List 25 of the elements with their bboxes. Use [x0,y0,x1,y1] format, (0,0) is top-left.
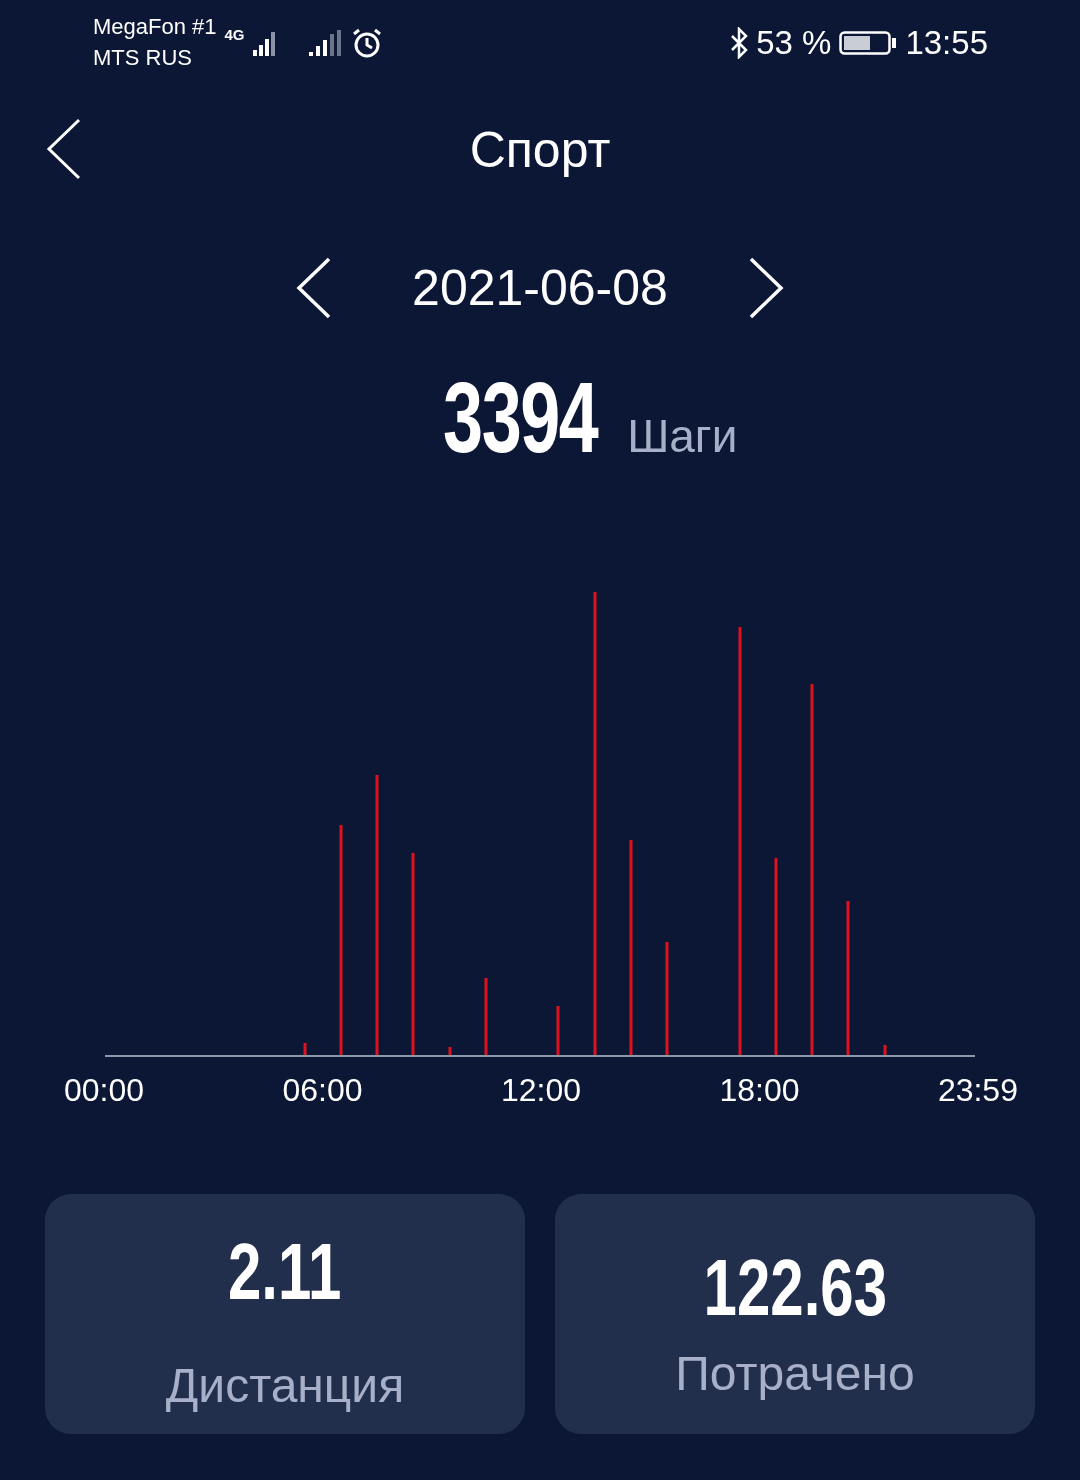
carrier-name: MegaFon #1 [93,12,217,41]
axis-label: 00:00 [64,1072,145,1109]
clock: 13:55 [905,23,988,62]
stat-label: Дистанция [165,1358,405,1413]
bluetooth-icon [730,26,749,59]
battery-icon [839,28,898,57]
stat-value: 122.63 [703,1242,887,1334]
axis-label: 12:00 [500,1072,581,1109]
signal-icon [308,27,343,58]
previous-icon[interactable] [296,256,333,319]
next-icon[interactable] [747,256,784,319]
alarm-icon [350,26,383,59]
date-label: 2021-06-08 [412,258,668,317]
page-title: Спорт [469,121,611,179]
network-type: 4G [224,26,245,43]
stat-value: 2.11 [228,1226,342,1318]
stat-label: Потрачено [675,1346,915,1401]
axis-label: 06:00 [282,1072,363,1109]
step-count: 3394 [442,360,598,475]
back-icon[interactable] [46,118,82,180]
step-unit: Шаги [627,409,738,463]
axis-label: 23:59 [937,1072,1018,1109]
battery-percent: 53 % [756,23,832,62]
axis-label: 18:00 [719,1072,800,1109]
carrier-name: MTS RUS [93,43,193,72]
